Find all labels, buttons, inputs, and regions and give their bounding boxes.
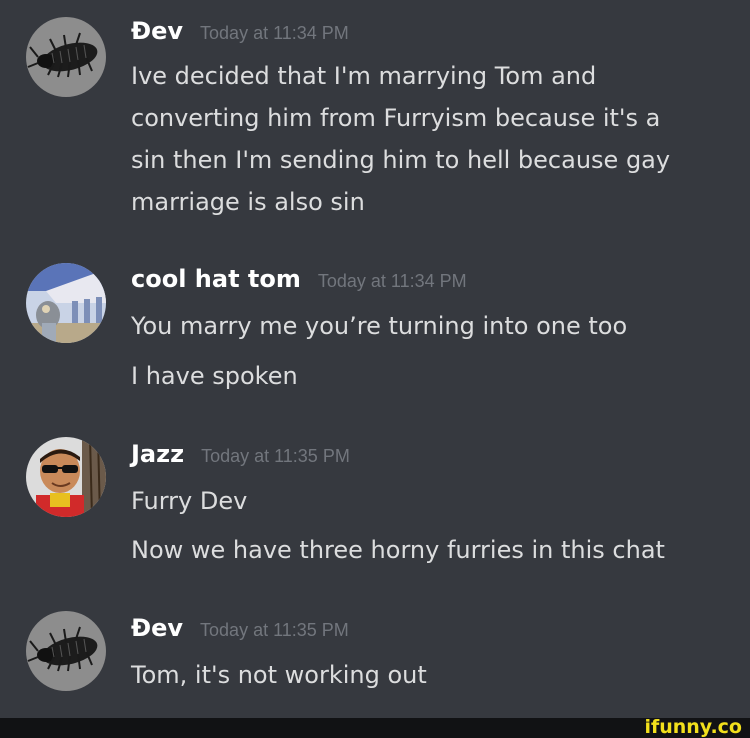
- username[interactable]: cool hat tom: [131, 265, 301, 293]
- username[interactable]: Ɖev: [131, 17, 183, 45]
- message-header: cool hat tom Today at 11:34 PM: [131, 265, 467, 305]
- user-avatar[interactable]: [26, 611, 106, 691]
- message-text: I have spoken: [131, 362, 298, 390]
- message-header: Ɖev Today at 11:34 PM: [131, 17, 349, 57]
- message-header: Ɖev Today at 11:35 PM: [131, 614, 349, 654]
- message-text: Tom, it's not working out: [131, 661, 427, 689]
- message-text: Ive decided that I'm marrying Tom and: [131, 62, 597, 90]
- username[interactable]: Ɖev: [131, 614, 183, 642]
- dark-bug-avatar-icon: [26, 17, 106, 97]
- message-text: converting him from Furryism because it'…: [131, 104, 661, 132]
- sunglasses-person-avatar-icon: [26, 437, 106, 517]
- message-text: Furry Dev: [131, 487, 248, 515]
- user-avatar[interactable]: [26, 17, 106, 97]
- timestamp: Today at 11:34 PM: [317, 271, 467, 291]
- message-text: marriage is also sin: [131, 188, 365, 216]
- dark-bug-avatar-icon: [26, 611, 106, 691]
- chat-log: Ɖev Today at 11:34 PM Ive decided that I…: [0, 0, 750, 718]
- message-text: sin then I'm sending him to hell because…: [131, 146, 671, 174]
- message-text: Now we have three horny furries in this …: [131, 536, 665, 564]
- watermark-bar: [0, 718, 750, 738]
- message-text: You marry me you’re turning into one too: [131, 312, 628, 340]
- user-avatar[interactable]: [26, 437, 106, 517]
- timestamp: Today at 11:35 PM: [200, 620, 349, 640]
- timestamp: Today at 11:34 PM: [200, 23, 349, 43]
- message-header: Jazz Today at 11:35 PM: [131, 440, 350, 480]
- timestamp: Today at 11:35 PM: [201, 446, 350, 466]
- user-avatar[interactable]: [26, 263, 106, 343]
- cartoon-character-avatar-icon: [26, 263, 106, 343]
- username[interactable]: Jazz: [131, 440, 184, 468]
- watermark-logo: ifunny.co: [644, 716, 742, 738]
